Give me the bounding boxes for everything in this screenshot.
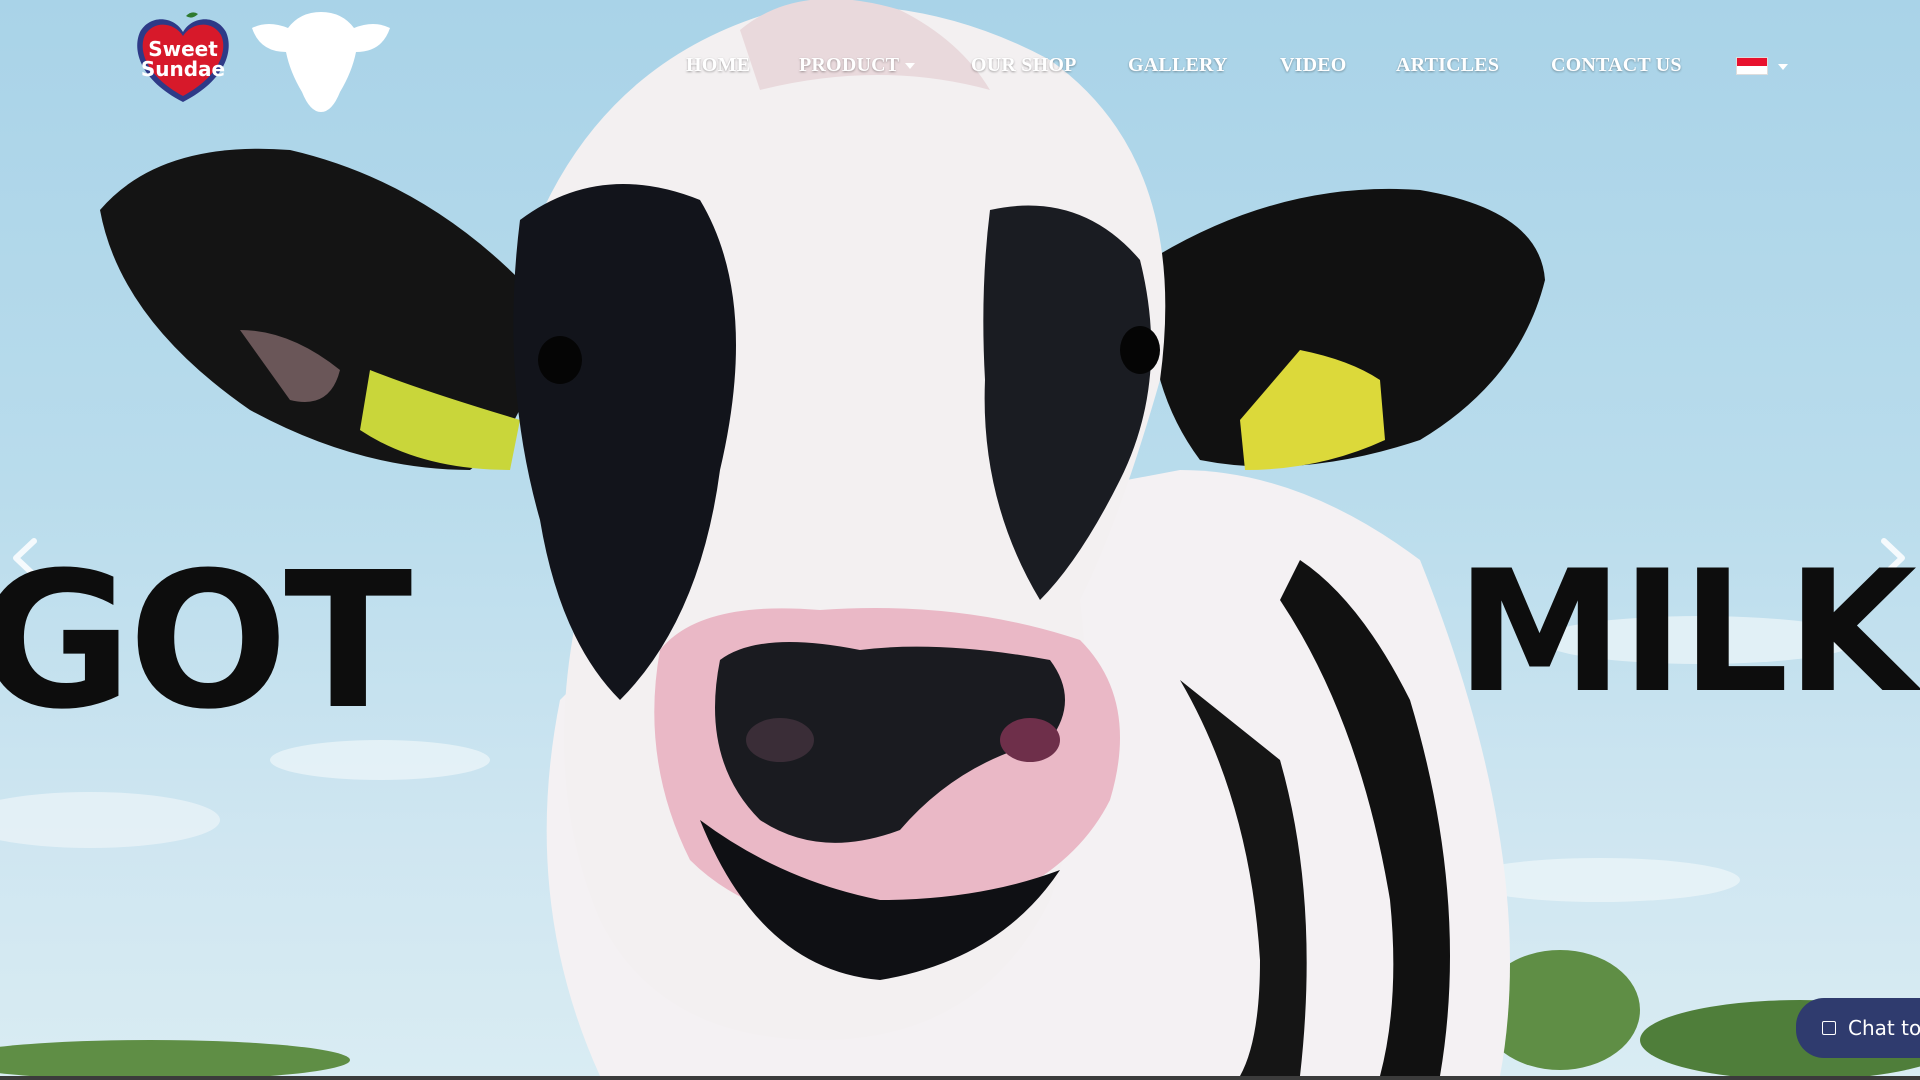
hero-text-right: MILK xyxy=(1456,534,1917,730)
main-navigation: HOME PRODUCT OUR SHOP GALLERY VIDEO ARTI… xyxy=(0,50,1920,80)
nav-item-video[interactable]: VIDEO xyxy=(1280,50,1347,80)
nav-item-articles[interactable]: ARTICLES xyxy=(1396,50,1499,80)
chevron-down-icon xyxy=(905,63,916,70)
hero-carousel: Sweet Sundae HOME PRODUCT OUR SHOP GALLE… xyxy=(0,0,1920,1076)
nav-label: PRODUCT xyxy=(799,54,900,76)
nav-label: VIDEO xyxy=(1280,54,1347,76)
chat-label: Chat to xyxy=(1848,1016,1920,1040)
nav-label: ARTICLES xyxy=(1396,54,1500,76)
chat-icon xyxy=(1822,1021,1836,1035)
nav-label: OUR SHOP xyxy=(971,54,1077,76)
chat-button[interactable]: Chat to xyxy=(1796,998,1920,1058)
chevron-down-icon xyxy=(1778,64,1788,70)
bottom-border xyxy=(0,1076,1920,1080)
hero-text-left: GOT xyxy=(0,532,412,751)
nav-label: HOME xyxy=(686,54,751,76)
nav-item-home[interactable]: HOME xyxy=(686,50,750,80)
nav-item-our-shop[interactable]: OUR SHOP xyxy=(971,50,1077,80)
nav-item-product[interactable]: PRODUCT xyxy=(799,50,916,80)
nav-label: CONTACT US xyxy=(1551,54,1682,76)
nav-item-gallery[interactable]: GALLERY xyxy=(1128,50,1228,80)
nav-label: GALLERY xyxy=(1128,54,1228,76)
indonesia-flag-icon xyxy=(1736,57,1768,75)
nav-item-contact-us[interactable]: CONTACT US xyxy=(1551,50,1682,80)
